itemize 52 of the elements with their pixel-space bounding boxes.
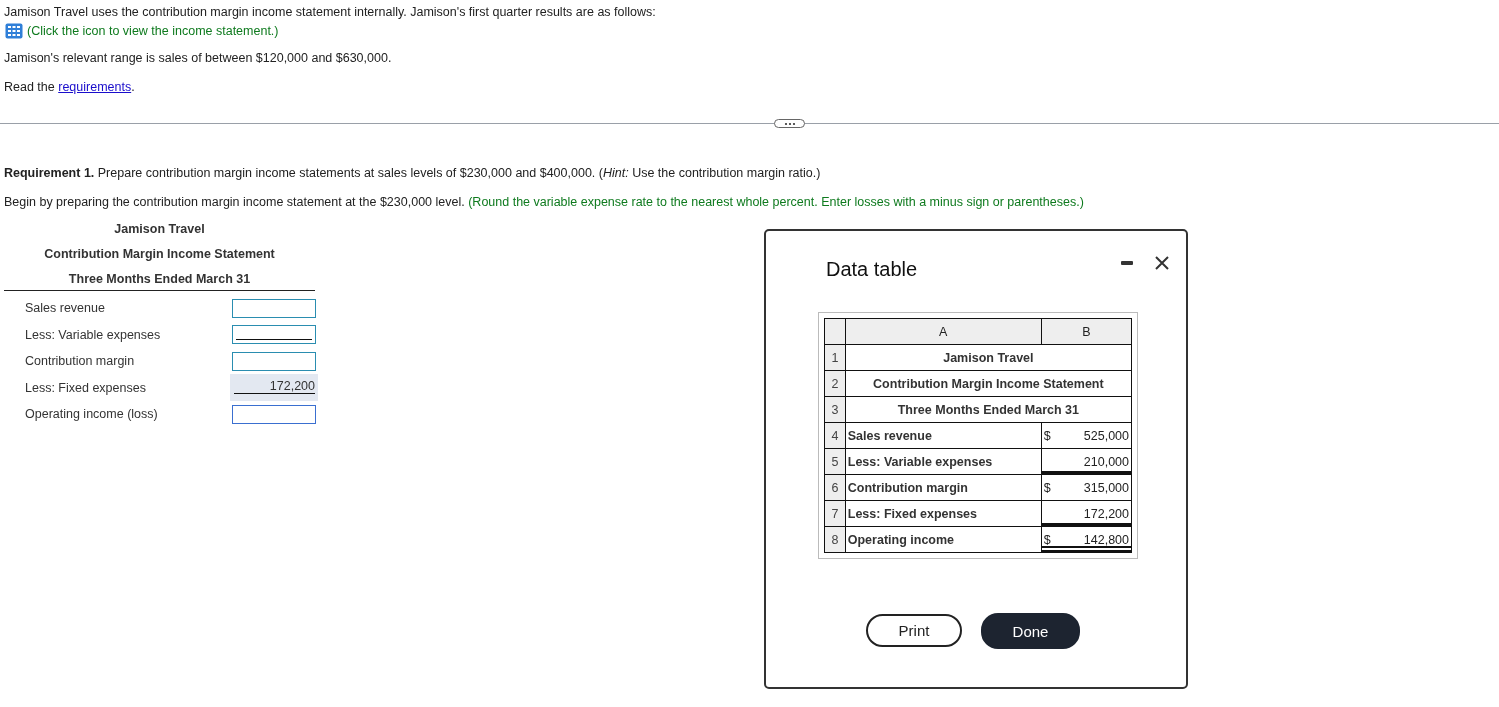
row-number: 5 [824,448,846,475]
table-cell: $ 142,800 [1041,526,1132,553]
row-number: 2 [824,370,846,397]
close-icon[interactable] [1154,255,1170,271]
table-cell: 210,000 [1041,448,1132,475]
dialog-title: Data table [826,258,918,281]
table-cell: Operating income [845,526,1042,553]
done-button[interactable]: Done [981,613,1080,649]
statement-title: Jamison Travel [113,221,206,238]
column-header: A [845,318,1042,345]
read-text: Read the [4,80,56,94]
row-label: Less: Fixed expenses [24,380,146,395]
table-cell: Jamison Travel [845,344,1132,371]
row-label: Operating income (loss) [24,407,158,422]
row-label: Sales revenue [24,301,105,316]
table-icon[interactable] [5,23,23,39]
table-cell: Sales revenue [845,422,1042,449]
row-number: 6 [824,474,846,501]
row-number: 1 [824,344,846,371]
table-cell: Less: Fixed expenses [845,500,1042,527]
expand-button[interactable] [774,119,805,128]
table-cell: $ 315,000 [1041,474,1132,501]
statement-link[interactable]: (Click the icon to view the income statement.) [27,24,279,38]
table-cell: Three Months Ended March 31 [845,396,1132,423]
table-cell: 172,200 [1041,500,1132,527]
column-header: B [1041,318,1132,345]
statement-title: Three Months Ended March 31 [67,271,252,288]
row-number: 7 [824,500,846,527]
more-icon [783,121,796,126]
statement-title: Contribution Margin Income Statement [43,246,276,263]
row-label: Less: Variable expenses [24,327,161,342]
amount-value: 172,200 [230,374,318,402]
range-text: Jamison's relevant range is sales of between $120,000 and $630,000. [4,50,393,67]
row-number: 8 [824,526,846,553]
table-cell: Contribution Margin Income Statement [845,370,1132,397]
period-text: . [131,80,135,94]
instruction-text: Begin by preparing the contribution margin income statement at the $230,000 level. [4,195,466,209]
print-button[interactable]: Print [866,614,962,647]
table-cell: Less: Variable expenses [845,448,1042,475]
amount-field[interactable] [232,325,316,345]
table-cell: $ 525,000 [1041,422,1132,449]
row-number: 4 [824,422,846,449]
hint-text: (Round the variable expense rate to the nearest whole percent. Enter losses with a minus sign or parentheses.) [468,195,1084,209]
amount-field[interactable] [232,298,316,318]
row-number: 3 [824,396,846,423]
corner-cell [824,318,846,345]
amount-field[interactable] [232,351,316,371]
table-cell: Contribution margin [845,474,1042,501]
intro-text: Jamison Travel uses the contribution margin income statement internally. Jamison's first quarter results are as follows: [4,4,657,21]
requirement-text: Requirement 1. Prepare contribution margin income statements at sales levels of $230,000 and $400,000. (Hint: Use the contribution margin ratio.) [4,165,822,182]
row-label: Contribution margin [24,354,135,369]
amount-field[interactable] [232,404,316,424]
